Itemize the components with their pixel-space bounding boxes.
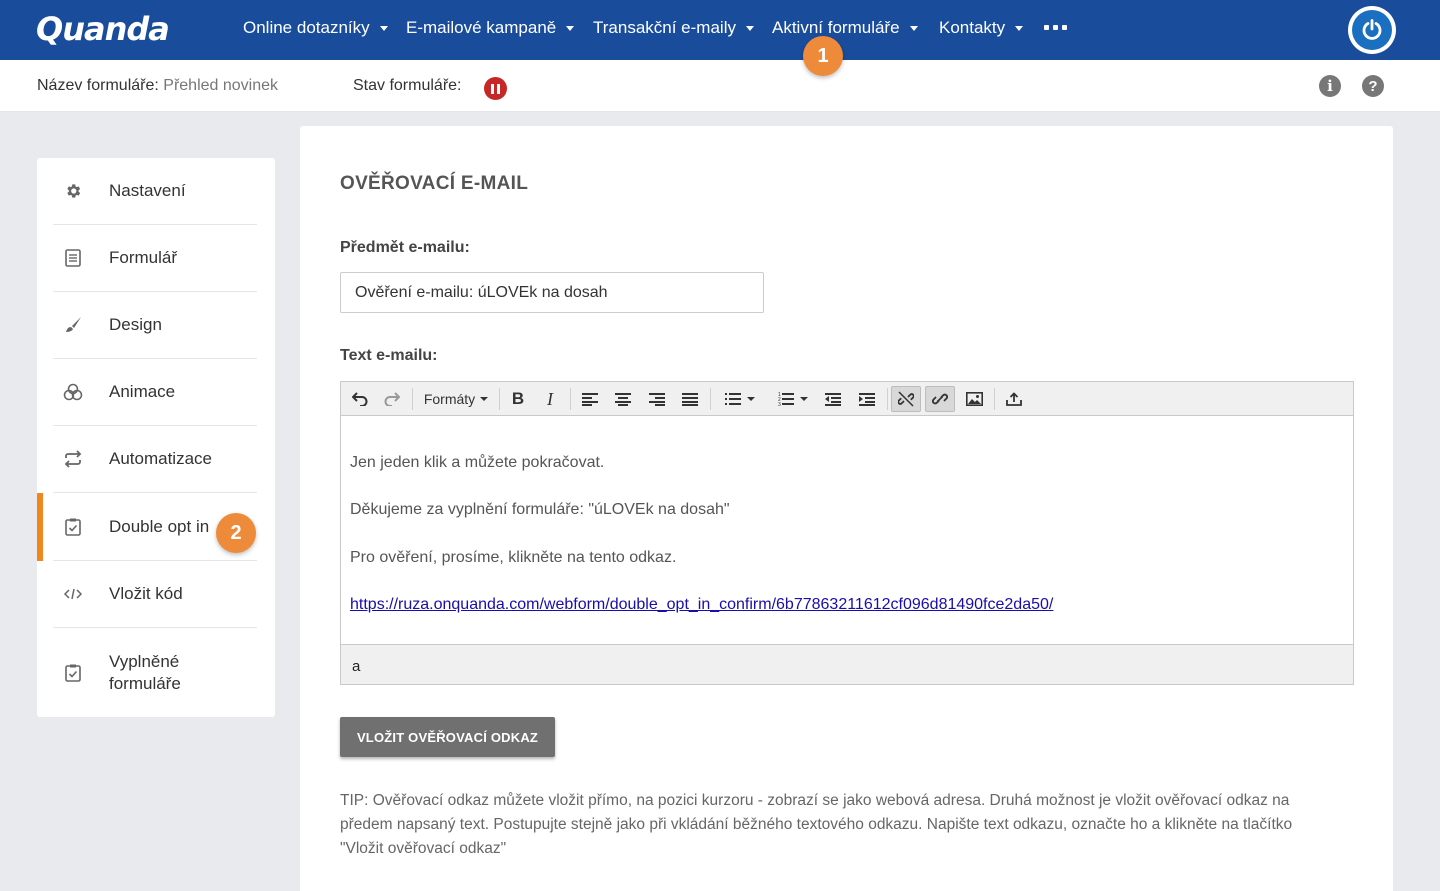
brush-icon [63, 315, 83, 335]
subject-input[interactable] [340, 272, 764, 313]
caret-down-icon [379, 25, 388, 31]
nav-label: Aktivní formuláře [772, 18, 900, 37]
upload-icon[interactable] [1000, 386, 1028, 412]
checklist-icon [63, 517, 83, 537]
align-right-icon[interactable] [644, 386, 670, 412]
rich-text-editor: Formáty B I 123 Jen jeden klik a můžete … [340, 381, 1354, 685]
nav-online-dotazniky[interactable]: Online dotazníky [243, 18, 388, 38]
logout-power-button[interactable] [1348, 6, 1396, 54]
caret-down-icon [1015, 25, 1024, 31]
sidebar-item-label: Automatizace [109, 449, 212, 468]
sidebar-item-vyplnene-formulare[interactable]: Vyplněné formuláře [53, 628, 257, 717]
form-name: Název formuláře: Přehled novinek [37, 77, 278, 95]
nav-transakcni-emaily[interactable]: Transakční e-maily [593, 18, 754, 38]
body-line-1: Jen jeden klik a můžete pokračovat. [350, 454, 605, 471]
sidebar: Nastavení Formulář Design Animace Automa… [37, 158, 275, 717]
toolbar-separator [994, 388, 995, 410]
caret-down-icon [745, 25, 754, 31]
form-status-label: Stav formuláře: [353, 77, 462, 94]
editor-content[interactable]: Jen jeden klik a můžete pokračovat. Děku… [341, 417, 1353, 644]
nav-label: E-mailové kampaně [406, 18, 557, 37]
repeat-icon [63, 449, 83, 469]
sidebar-item-label: Design [109, 315, 162, 334]
form-name-label: Název formuláře: [37, 77, 159, 94]
toolbar-separator [887, 388, 888, 410]
link-icon[interactable] [925, 386, 955, 412]
editor-statusbar: a [341, 644, 1353, 684]
sidebar-item-label: Double opt in [109, 516, 210, 536]
code-icon [63, 584, 83, 604]
info-icon[interactable]: i [1319, 75, 1341, 97]
formats-dropdown[interactable]: Formáty [421, 386, 491, 412]
undo-icon[interactable] [347, 386, 373, 412]
nav-label: Online dotazníky [243, 18, 370, 37]
sidebar-item-label: Vyplněné formuláře [109, 651, 181, 693]
toolbar-separator [499, 388, 500, 410]
pause-icon[interactable] [484, 77, 507, 100]
caret-down-icon [909, 25, 918, 31]
insert-verify-link-button[interactable]: VLOŽIT OVĚŘOVACÍ ODKAZ [340, 717, 555, 757]
numbered-list-icon[interactable]: 123 [771, 386, 815, 412]
toolbar-separator [412, 388, 413, 410]
confirm-link[interactable]: https://ruza.onquanda.com/webform/double… [350, 596, 1053, 613]
sidebar-item-nastaveni[interactable]: Nastavení [53, 158, 257, 225]
step-badge-2: 2 [216, 513, 256, 553]
sidebar-item-label: Formulář [109, 248, 178, 267]
svg-text:3: 3 [778, 402, 781, 406]
align-center-icon[interactable] [610, 386, 636, 412]
sidebar-item-label: Nastavení [109, 181, 186, 200]
bullet-list-icon[interactable] [718, 386, 762, 412]
subject-label: Předmět e-mailu: [340, 239, 470, 256]
nav-aktivni-formulare[interactable]: Aktivní formuláře [772, 18, 918, 38]
redo-icon[interactable] [379, 386, 405, 412]
sidebar-item-formular[interactable]: Formulář [53, 225, 257, 292]
indent-icon[interactable] [854, 386, 880, 412]
toolbar-separator [570, 388, 571, 410]
unlink-icon[interactable] [891, 386, 921, 412]
quanda-logo[interactable]: Quanda [36, 9, 170, 49]
help-icon[interactable]: ? [1362, 75, 1384, 97]
step-badge-1: 1 [803, 36, 843, 76]
formats-label: Formáty [423, 391, 476, 407]
nav-kontakty[interactable]: Kontakty [939, 18, 1024, 38]
bold-icon[interactable]: B [505, 386, 531, 412]
power-icon [1352, 10, 1392, 50]
form-icon [63, 248, 83, 268]
more-menu-icon[interactable] [1044, 25, 1067, 30]
toolbar-separator [710, 388, 711, 410]
body-line-2: Děkujeme za vyplnění formuláře: "úLOVEk … [350, 501, 730, 518]
nav-emailove-kampane[interactable]: E-mailové kampaně [406, 18, 575, 38]
editor-toolbar: Formáty B I 123 [341, 382, 1353, 416]
tip-text: TIP: Ověřovací odkaz můžete vložit přímo… [340, 792, 1293, 857]
sidebar-item-animace[interactable]: Animace [53, 359, 257, 426]
sidebar-item-design[interactable]: Design [53, 292, 257, 359]
nav-label: Kontakty [939, 18, 1006, 37]
active-indicator [37, 493, 43, 561]
gear-icon [63, 181, 83, 201]
form-subheader: Název formuláře: Přehled novinek Stav fo… [0, 60, 1440, 112]
caret-down-icon [566, 25, 575, 31]
caret-down-icon [480, 397, 489, 401]
form-name-value: Přehled novinek [163, 77, 279, 94]
nav-label: Transakční e-maily [593, 18, 736, 37]
top-navigation: Quanda Online dotazníky E-mailové kampan… [0, 0, 1440, 60]
sidebar-item-automatizace[interactable]: Automatizace [53, 426, 257, 493]
italic-icon[interactable]: I [537, 386, 563, 412]
sidebar-item-label: Animace [109, 382, 176, 401]
animation-icon [63, 382, 83, 402]
outdent-icon[interactable] [820, 386, 846, 412]
image-icon[interactable] [960, 386, 988, 412]
align-justify-icon[interactable] [677, 386, 703, 412]
checklist-icon [63, 663, 83, 683]
body-line-3: Pro ověření, prosíme, klikněte na tento … [350, 549, 677, 566]
sidebar-item-vlozit-kod[interactable]: Vložit kód [53, 561, 257, 628]
email-text-label: Text e-mailu: [340, 347, 438, 364]
align-left-icon[interactable] [577, 386, 603, 412]
main-panel: OVĚŘOVACÍ E-MAIL Předmět e-mailu: Text e… [300, 126, 1393, 891]
page-title: OVĚŘOVACÍ E-MAIL [340, 173, 529, 194]
sidebar-item-label: Vložit kód [109, 584, 183, 603]
